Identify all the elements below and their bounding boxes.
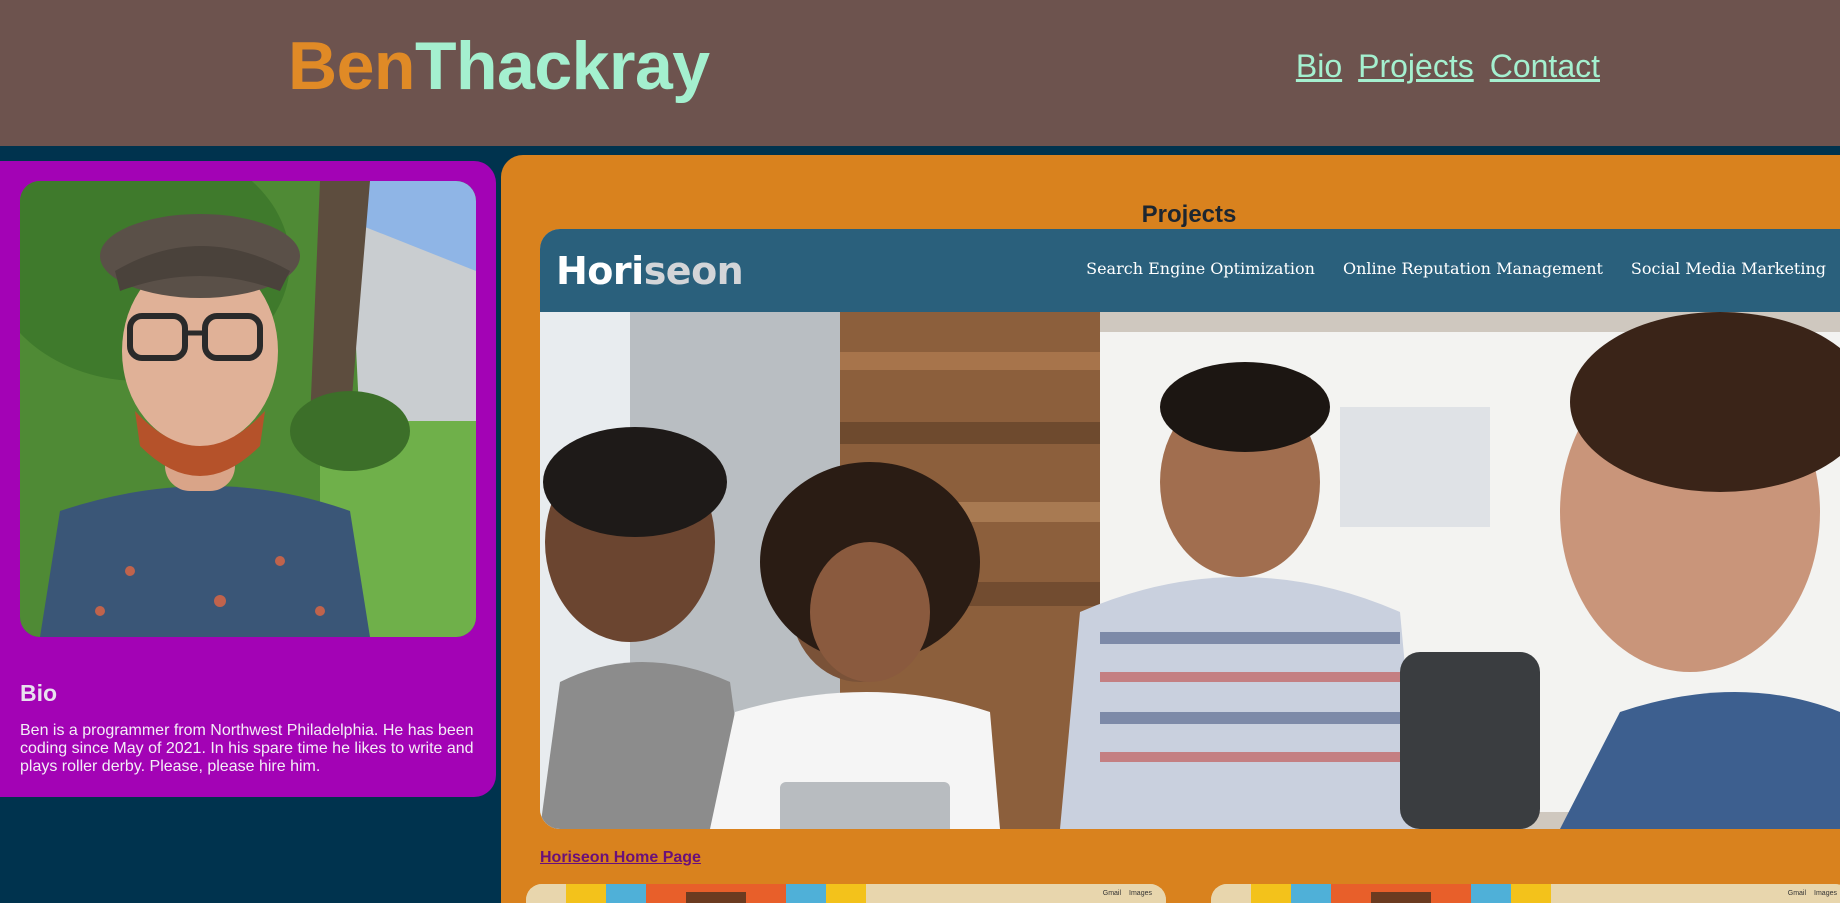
bio-heading: Bio <box>20 680 58 707</box>
thumb-1-images: Images <box>1129 890 1152 897</box>
thumb-2-images: Images <box>1814 890 1837 897</box>
horiseon-project-screenshot[interactable]: Horiseon Search Engine Optimization Onli… <box>540 229 1840 829</box>
bio-description: Ben is a programmer from Northwest Phila… <box>20 722 474 775</box>
thumb-1-gmail: Gmail <box>1102 890 1122 897</box>
thumb-2-nav: Gmail Images <box>1788 890 1837 897</box>
main-nav: Bio Projects Contact <box>1296 46 1600 86</box>
projects-heading: Projects <box>1141 200 1237 228</box>
horiseon-logo-b: seon <box>643 249 744 293</box>
brand-first-name: Ben <box>288 28 415 104</box>
thumb-1-nav: Gmail Images <box>1103 890 1152 897</box>
profile-photo <box>20 181 476 637</box>
horiseon-nav-reputation: Online Reputation Management <box>1342 259 1603 278</box>
thumb-2-gmail: Gmail <box>1787 890 1807 897</box>
bio-card: Bio Ben is a programmer from Northwest P… <box>0 161 496 797</box>
site-header: BenThackray Bio Projects Contact <box>0 0 1840 146</box>
projects-section: Projects Horiseon Search Engine Optimiza… <box>501 155 1840 903</box>
horiseon-logo: Horiseon <box>556 249 744 293</box>
site-logo[interactable]: BenThackray <box>288 26 710 106</box>
nav-link-contact[interactable]: Contact <box>1490 46 1600 86</box>
project-thumbnail-2[interactable]: Gmail Images <box>1211 884 1840 903</box>
horiseon-hero-image <box>540 312 1840 829</box>
horiseon-nav-social: Social Media Marketing <box>1630 259 1826 278</box>
project-thumbnail-1[interactable]: Gmail Images <box>526 884 1166 903</box>
horiseon-logo-a: Hori <box>556 249 644 293</box>
brand-last-name: Thackray <box>414 28 710 104</box>
horiseon-nav-seo: Search Engine Optimization <box>1086 259 1315 278</box>
nav-link-projects[interactable]: Projects <box>1358 46 1474 86</box>
horiseon-nav: Search Engine Optimization Online Reputa… <box>1086 259 1826 278</box>
horiseon-header: Horiseon Search Engine Optimization Onli… <box>540 229 1840 312</box>
horiseon-home-page-link[interactable]: Horiseon Home Page <box>540 849 701 867</box>
nav-link-bio[interactable]: Bio <box>1296 46 1342 86</box>
